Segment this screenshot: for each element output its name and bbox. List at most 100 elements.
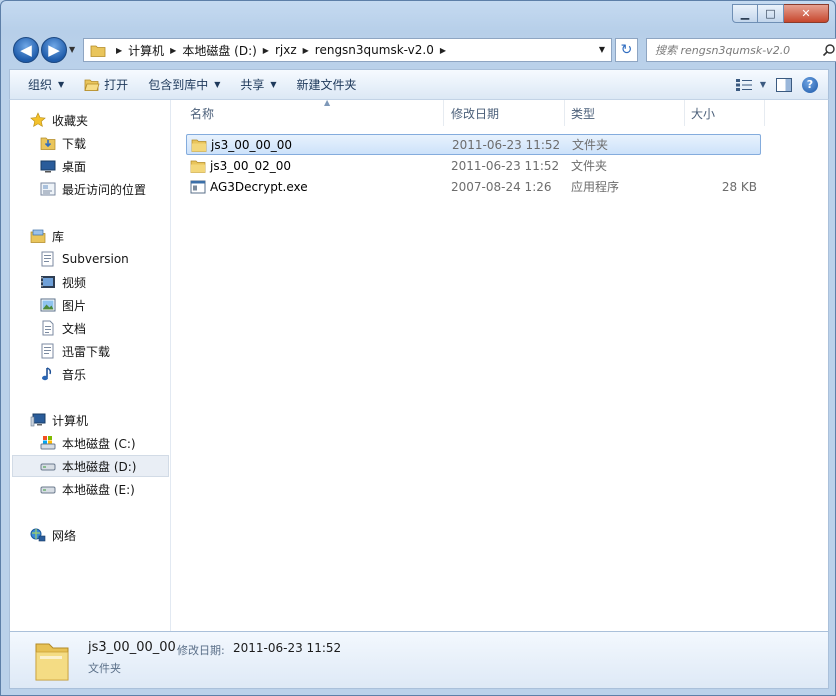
search-box[interactable] xyxy=(646,38,836,62)
file-name: js3_00_02_00 xyxy=(210,158,292,173)
maximize-button[interactable]: □ xyxy=(758,4,784,23)
file-date: 2011-06-23 11:52 xyxy=(452,137,561,152)
file-size: 28 KB xyxy=(721,179,757,194)
chevron-down-icon: ▼ xyxy=(214,80,221,89)
chevron-right-icon[interactable]: ▶ xyxy=(440,46,446,55)
sidebar-item-computer[interactable]: 计算机 xyxy=(30,409,88,431)
document-icon xyxy=(40,320,56,336)
chevron-down-icon: ▼ xyxy=(58,80,65,89)
caption-buttons: ▁ □ ✕ xyxy=(732,4,829,23)
file-row[interactable]: AG3Decrypt.exe 2007-08-24 1:26 应用程序 28 K… xyxy=(186,176,761,197)
folder-icon xyxy=(190,158,206,174)
sidebar-item-downloads[interactable]: 下载 xyxy=(40,132,86,154)
sidebar-item-subversion[interactable]: Subversion xyxy=(40,248,129,270)
network-icon xyxy=(30,527,46,543)
file-name: js3_00_00_00 xyxy=(211,137,293,152)
exe-icon xyxy=(190,179,206,195)
refresh-button[interactable]: ↻ xyxy=(615,38,638,62)
sidebar-item-favorites[interactable]: 收藏夹 xyxy=(30,109,88,131)
share-menu[interactable]: 共享 ▼ xyxy=(230,70,286,99)
new-folder-button[interactable]: 新建文件夹 xyxy=(287,70,367,99)
column-headers: 名称 ▲ 修改日期 类型 大小 xyxy=(172,98,828,126)
details-pane: js3_00_00_00 修改日期: 2011-06-23 11:52 文件夹 xyxy=(9,631,829,689)
change-view-button[interactable]: ▼ xyxy=(735,78,766,91)
new-folder-label: 新建文件夹 xyxy=(296,78,357,92)
system-drive-icon xyxy=(40,435,56,451)
sidebar-item-label: 本地磁盘 (D:) xyxy=(62,459,137,474)
downloads-folder-icon xyxy=(40,135,56,151)
chevron-right-icon[interactable]: ▶ xyxy=(263,46,269,55)
file-row[interactable]: js3_00_02_00 2011-06-23 11:52 文件夹 xyxy=(186,155,761,176)
subversion-library-icon xyxy=(40,251,56,267)
chevron-down-icon: ▼ xyxy=(270,80,277,89)
sidebar-item-drive-d[interactable]: 本地磁盘 (D:) xyxy=(12,455,169,477)
column-header-label: 类型 xyxy=(571,106,596,121)
search-icon[interactable] xyxy=(822,43,836,57)
open-label: 打开 xyxy=(104,78,129,92)
computer-icon xyxy=(30,412,46,428)
preview-pane-icon[interactable] xyxy=(776,77,792,92)
breadcrumb-rjxz[interactable]: rjxz xyxy=(275,43,297,57)
open-folder-icon xyxy=(84,79,100,91)
sidebar-item-label: 库 xyxy=(52,229,65,244)
desktop-icon xyxy=(40,158,56,174)
close-button[interactable]: ✕ xyxy=(784,4,829,23)
hard-drive-icon xyxy=(40,481,56,497)
sidebar-item-documents[interactable]: 文档 xyxy=(40,317,86,339)
column-header-type[interactable]: 类型 xyxy=(565,100,685,126)
chevron-right-icon[interactable]: ▶ xyxy=(116,46,122,55)
column-header-size[interactable]: 大小 xyxy=(685,100,765,126)
back-button[interactable]: ◀ xyxy=(13,37,39,63)
sidebar-item-label: 桌面 xyxy=(62,159,87,174)
sidebar-item-label: Subversion xyxy=(62,252,129,266)
help-icon[interactable]: ? xyxy=(802,76,818,93)
sidebar-item-drive-c[interactable]: 本地磁盘 (C:) xyxy=(40,432,136,454)
details-file-name: js3_00_00_00 xyxy=(88,640,176,655)
sidebar-item-label: 收藏夹 xyxy=(52,113,89,128)
file-name-cell: js3_00_02_00 xyxy=(190,158,291,174)
column-header-name[interactable]: 名称 ▲ xyxy=(184,98,444,126)
include-in-library-menu[interactable]: 包含到库中 ▼ xyxy=(138,70,230,99)
minimize-button[interactable]: ▁ xyxy=(732,4,758,23)
sidebar-item-xunlei-downloads[interactable]: 迅雷下载 xyxy=(40,340,110,362)
picture-icon xyxy=(40,297,56,313)
file-list: 名称 ▲ 修改日期 类型 大小 js3_00_00_00 2011-06-23 … xyxy=(172,98,828,631)
file-date: 2007-08-24 1:26 xyxy=(451,179,552,194)
sidebar-item-libraries[interactable]: 库 xyxy=(30,225,64,247)
breadcrumb-current-folder[interactable]: rengsn3qumsk-v2.0 xyxy=(315,43,434,57)
file-date: 2011-06-23 11:52 xyxy=(451,158,560,173)
chevron-right-icon[interactable]: ▶ xyxy=(170,46,176,55)
address-history-dropdown-icon[interactable]: ▼ xyxy=(599,45,605,54)
breadcrumb-drive-d[interactable]: 本地磁盘 (D:) xyxy=(182,42,256,59)
sidebar-item-desktop[interactable]: 桌面 xyxy=(40,155,86,177)
column-header-date[interactable]: 修改日期 xyxy=(445,100,565,126)
sidebar-item-music[interactable]: 音乐 xyxy=(40,363,86,385)
organize-menu[interactable]: 组织 ▼ xyxy=(10,70,74,99)
star-icon xyxy=(30,112,46,128)
sidebar-item-label: 音乐 xyxy=(62,367,87,382)
chevron-right-icon[interactable]: ▶ xyxy=(303,46,309,55)
search-input[interactable] xyxy=(655,43,820,57)
view-controls: ▼ ? xyxy=(735,70,818,99)
sidebar-item-label: 计算机 xyxy=(52,413,89,428)
file-row[interactable]: js3_00_00_00 2011-06-23 11:52 文件夹 xyxy=(186,134,761,155)
chevron-down-icon[interactable]: ▼ xyxy=(760,80,766,89)
address-bar[interactable]: ▶ 计算机 ▶ 本地磁盘 (D:) ▶ rjxz ▶ rengsn3qumsk-… xyxy=(83,38,612,62)
sidebar-item-label: 最近访问的位置 xyxy=(62,182,147,197)
sidebar-item-pictures[interactable]: 图片 xyxy=(40,294,86,316)
recent-pages-dropdown-icon[interactable]: ▼ xyxy=(69,45,75,54)
open-button[interactable]: 打开 xyxy=(74,70,138,99)
sidebar-item-recent-places[interactable]: 最近访问的位置 xyxy=(40,178,146,200)
sidebar-item-network[interactable]: 网络 xyxy=(30,524,76,546)
forward-button[interactable]: ▶ xyxy=(41,37,67,63)
file-type: 应用程序 xyxy=(571,180,620,194)
sidebar-item-label: 下载 xyxy=(62,136,87,151)
sidebar-item-label: 迅雷下载 xyxy=(62,344,111,359)
file-name-cell: js3_00_00_00 xyxy=(191,137,292,153)
share-label: 共享 xyxy=(240,78,265,92)
sidebar-item-drive-e[interactable]: 本地磁盘 (E:) xyxy=(40,478,135,500)
breadcrumb-computer[interactable]: 计算机 xyxy=(128,42,164,59)
sidebar-item-videos[interactable]: 视频 xyxy=(40,271,86,293)
navigation-pane: 收藏夹 下载 桌面 最近访问的位置 库 Subversion 视频 图片 文档 … xyxy=(10,100,171,631)
column-header-label: 名称 xyxy=(190,106,215,121)
